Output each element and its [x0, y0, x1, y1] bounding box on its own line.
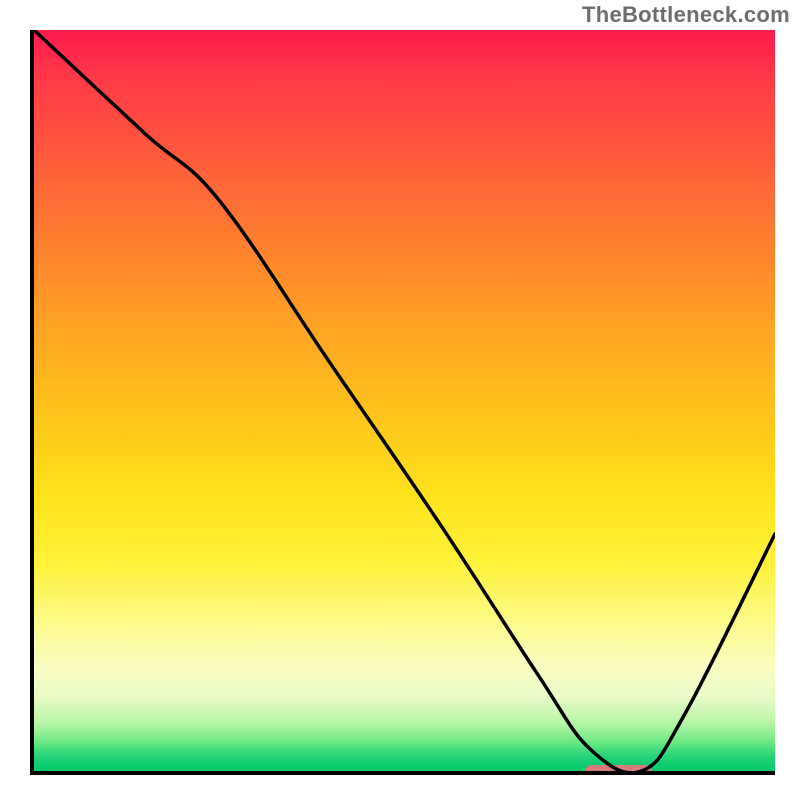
curve-svg	[34, 30, 775, 771]
chart-container: TheBottleneck.com	[0, 0, 800, 800]
watermark-text: TheBottleneck.com	[582, 2, 790, 28]
bottleneck-curve	[34, 30, 775, 773]
plot-area	[30, 30, 775, 775]
